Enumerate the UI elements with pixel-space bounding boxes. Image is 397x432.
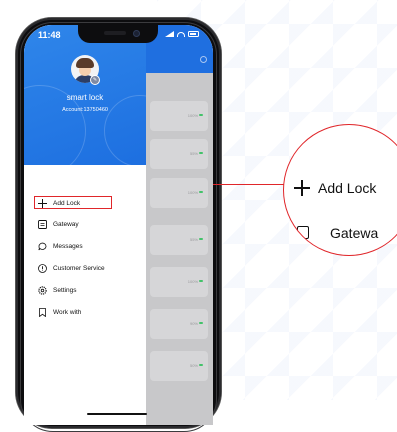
plus-icon (294, 180, 310, 196)
lock-card[interactable]: 90% (150, 309, 208, 339)
username: smart lock (66, 93, 104, 102)
status-time: 11:48 (38, 30, 61, 40)
menu-item-customer-service[interactable]: Customer Service (24, 259, 146, 277)
lock-card[interactable]: 55% (150, 139, 208, 169)
battery-indicator-icon (199, 322, 203, 324)
highlight-box (34, 196, 112, 209)
battery-percent: 55% (189, 237, 198, 242)
battery-percent: 50% (189, 363, 198, 368)
lock-card[interactable]: 100% (150, 178, 208, 208)
wifi-icon (177, 31, 185, 37)
zoom-partial-label: Gatewa (330, 225, 379, 241)
speaker (104, 31, 126, 35)
menu-item-messages[interactable]: Messages (24, 237, 146, 255)
drawer-header: ✎ smart lock Account:13750460 (24, 25, 146, 165)
search-icon[interactable] (200, 56, 207, 63)
menu-item-gateway[interactable]: Gateway (24, 215, 146, 233)
battery-icon (188, 31, 199, 37)
battery-indicator-icon (199, 152, 203, 154)
phone-frame: 11:48 100% 55% 100% 55% 100% 90% 50% ✎ s… (16, 18, 221, 432)
gateway-icon (37, 219, 47, 229)
battery-percent: 55% (189, 151, 198, 156)
battery-indicator-icon (199, 191, 203, 193)
battery-indicator-icon (199, 364, 203, 366)
home-indicator (87, 413, 147, 415)
zoom-label: Add Lock (318, 180, 377, 196)
lock-card[interactable]: 55% (150, 225, 208, 255)
battery-indicator-icon (199, 238, 203, 240)
status-icons (165, 31, 199, 37)
lock-card[interactable]: 100% (150, 267, 208, 297)
menu-item-label: Work with (53, 308, 82, 316)
menu-item-label: Settings (53, 286, 77, 294)
menu-item-work-with[interactable]: Work with (24, 303, 146, 321)
battery-percent: 100% (187, 279, 198, 284)
lock-card[interactable]: 50% (150, 351, 208, 381)
battery-percent: 100% (187, 190, 198, 195)
menu-item-label: Gateway (53, 220, 79, 228)
message-icon (37, 241, 47, 251)
side-drawer: ✎ smart lock Account:13750460 Add Lock G… (24, 25, 146, 425)
gateway-icon (297, 226, 309, 239)
header-decoration (104, 95, 146, 165)
battery-indicator-icon (199, 114, 203, 116)
notch (78, 25, 158, 43)
signal-icon (165, 31, 174, 37)
phone-screen: 11:48 100% 55% 100% 55% 100% 90% 50% ✎ s… (24, 25, 213, 425)
battery-indicator-icon (199, 280, 203, 282)
zoom-callout: Add Lock Gatewa (283, 124, 397, 256)
edit-avatar-icon[interactable]: ✎ (90, 75, 100, 85)
menu-item-label: Customer Service (53, 264, 105, 272)
bookmark-icon (37, 307, 47, 317)
camera-icon (133, 30, 140, 37)
menu-item-settings[interactable]: Settings (24, 281, 146, 299)
gear-icon (37, 285, 47, 295)
battery-percent: 90% (189, 321, 198, 326)
battery-percent: 100% (187, 113, 198, 118)
account-number: Account:13750460 (62, 107, 108, 113)
menu-item-label: Messages (53, 242, 83, 250)
lock-card[interactable]: 100% (150, 101, 208, 131)
info-icon (37, 263, 47, 273)
